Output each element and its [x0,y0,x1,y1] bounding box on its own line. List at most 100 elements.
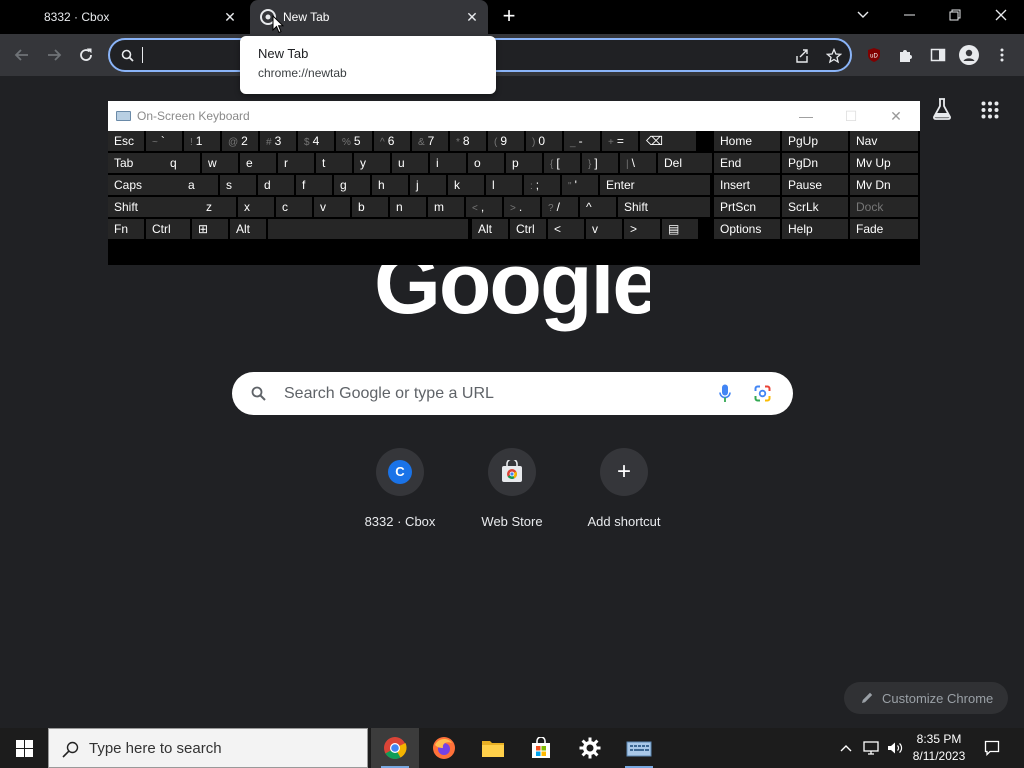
osk-key[interactable]: ) 0 [526,131,562,151]
osk-side-key[interactable]: ScrLk [782,197,848,217]
action-center-button[interactable] [978,728,1006,768]
tab-new-tab[interactable]: New Tab ✕ [250,0,488,34]
shortcut-web-store[interactable]: Web Store [456,448,568,538]
ublock-extension-button[interactable]: uD [862,43,886,67]
osk-key[interactable]: w [202,153,238,173]
osk-key[interactable]: ^ 6 [374,131,410,151]
osk-side-key[interactable]: Pause [782,175,848,195]
osk-key[interactable]: <, [466,197,502,217]
tab-cbox[interactable]: 8332 · Cbox ✕ [0,0,246,34]
osk-key[interactable]: Caps [108,175,182,195]
extensions-button[interactable] [894,43,918,67]
taskbar-on-screen-keyboard[interactable] [615,728,663,768]
google-lens-icon[interactable] [754,385,771,402]
osk-close-button[interactable]: ✕ [880,101,912,131]
volume-button[interactable] [884,728,906,768]
back-button[interactable] [10,43,34,67]
osk-key[interactable]: }] [582,153,618,173]
osk-side-key[interactable]: PrtScn [714,197,780,217]
osk-key[interactable]: $4 [298,131,334,151]
reload-button[interactable] [74,43,98,67]
taskbar-settings[interactable] [566,728,614,768]
osk-key[interactable]: Fn [108,219,144,239]
osk-key[interactable]: + = [602,131,638,151]
side-panel-button[interactable] [926,43,950,67]
osk-key[interactable]: x [238,197,274,217]
network-status-button[interactable] [860,728,882,768]
restore-button[interactable] [932,0,978,30]
tab-close-icon[interactable]: ✕ [222,9,238,25]
osk-key[interactable]: Tab [108,153,164,173]
minimize-button[interactable] [886,0,932,30]
osk-key[interactable]: v [314,197,350,217]
ntp-search-placeholder[interactable]: Search Google or type a URL [284,372,494,415]
osk-key[interactable]: a [182,175,218,195]
osk-key[interactable]: & 7 [412,131,448,151]
taskbar-file-explorer[interactable] [469,728,517,768]
osk-key[interactable]: v [586,219,622,239]
new-tab-button[interactable]: + [498,5,520,27]
osk-key[interactable]: z [200,197,236,217]
osk-key[interactable]: ▤ [662,219,698,239]
osk-side-key[interactable]: End [714,153,780,173]
osk-key[interactable]: n [390,197,426,217]
osk-key[interactable]: < [548,219,584,239]
chrome-menu-button[interactable] [990,43,1014,67]
forward-button[interactable] [42,43,66,67]
osk-key[interactable]: :; [524,175,560,195]
osk-key[interactable]: " ' [562,175,598,195]
osk-key[interactable]: k [448,175,484,195]
osk-key[interactable]: h [372,175,408,195]
osk-key[interactable]: Shift [618,197,710,217]
osk-key[interactable]: Esc [108,131,144,151]
customize-chrome-button[interactable]: Customize Chrome [844,682,1008,714]
osk-side-key[interactable]: Options [714,219,780,239]
osk-key[interactable]: f [296,175,332,195]
osk-side-key[interactable]: Mv Dn [850,175,918,195]
osk-minimize-button[interactable]: — [790,101,822,131]
osk-key[interactable]: p [506,153,542,173]
osk-key[interactable]: ~ ` [146,131,182,151]
osk-key[interactable]: ! 1 [184,131,220,151]
osk-key[interactable]: | \ [620,153,656,173]
show-hidden-icons-button[interactable] [836,728,856,768]
share-icon[interactable] [794,48,810,64]
osk-key[interactable]: {[ [544,153,580,173]
shortcut-cbox[interactable]: C 8332 · Cbox [344,448,456,538]
osk-key[interactable]: ? / [542,197,578,217]
osk-key[interactable]: _ - [564,131,600,151]
osk-key[interactable]: y [354,153,390,173]
ntp-search-box[interactable]: Search Google or type a URL [232,372,793,415]
osk-key[interactable]: #3 [260,131,296,151]
osk-key[interactable]: Ctrl [510,219,546,239]
osk-key[interactable]: % 5 [336,131,372,151]
osk-key[interactable]: Enter [600,175,710,195]
osk-side-key[interactable]: Home [714,131,780,151]
microphone-icon[interactable] [719,384,731,403]
osk-key[interactable]: c [276,197,312,217]
osk-side-key[interactable]: PgUp [782,131,848,151]
bookmark-star-icon[interactable] [826,48,842,64]
taskbar-chrome[interactable] [371,728,419,768]
osk-key[interactable]: l [486,175,522,195]
osk-key[interactable]: Alt [472,219,508,239]
osk-key[interactable]: * 8 [450,131,486,151]
osk-key[interactable]: d [258,175,294,195]
osk-key[interactable]: @2 [222,131,258,151]
profile-button[interactable] [957,43,981,67]
osk-side-key[interactable]: PgDn [782,153,848,173]
osk-key[interactable]: (9 [488,131,524,151]
osk-key[interactable]: t [316,153,352,173]
osk-key[interactable]: e [240,153,276,173]
osk-key[interactable]: s [220,175,256,195]
osk-key[interactable]: j [410,175,446,195]
osk-key[interactable]: u [392,153,428,173]
tab-search-button[interactable] [840,0,886,30]
osk-side-key[interactable]: Help [782,219,848,239]
osk-side-key[interactable]: Nav [850,131,918,151]
osk-key[interactable]: q [164,153,200,173]
osk-key[interactable]: ⊞ [192,219,228,239]
taskbar-search-box[interactable]: Type here to search [48,728,368,768]
osk-key[interactable]: ^ [580,197,616,217]
osk-side-key[interactable]: Fade [850,219,918,239]
